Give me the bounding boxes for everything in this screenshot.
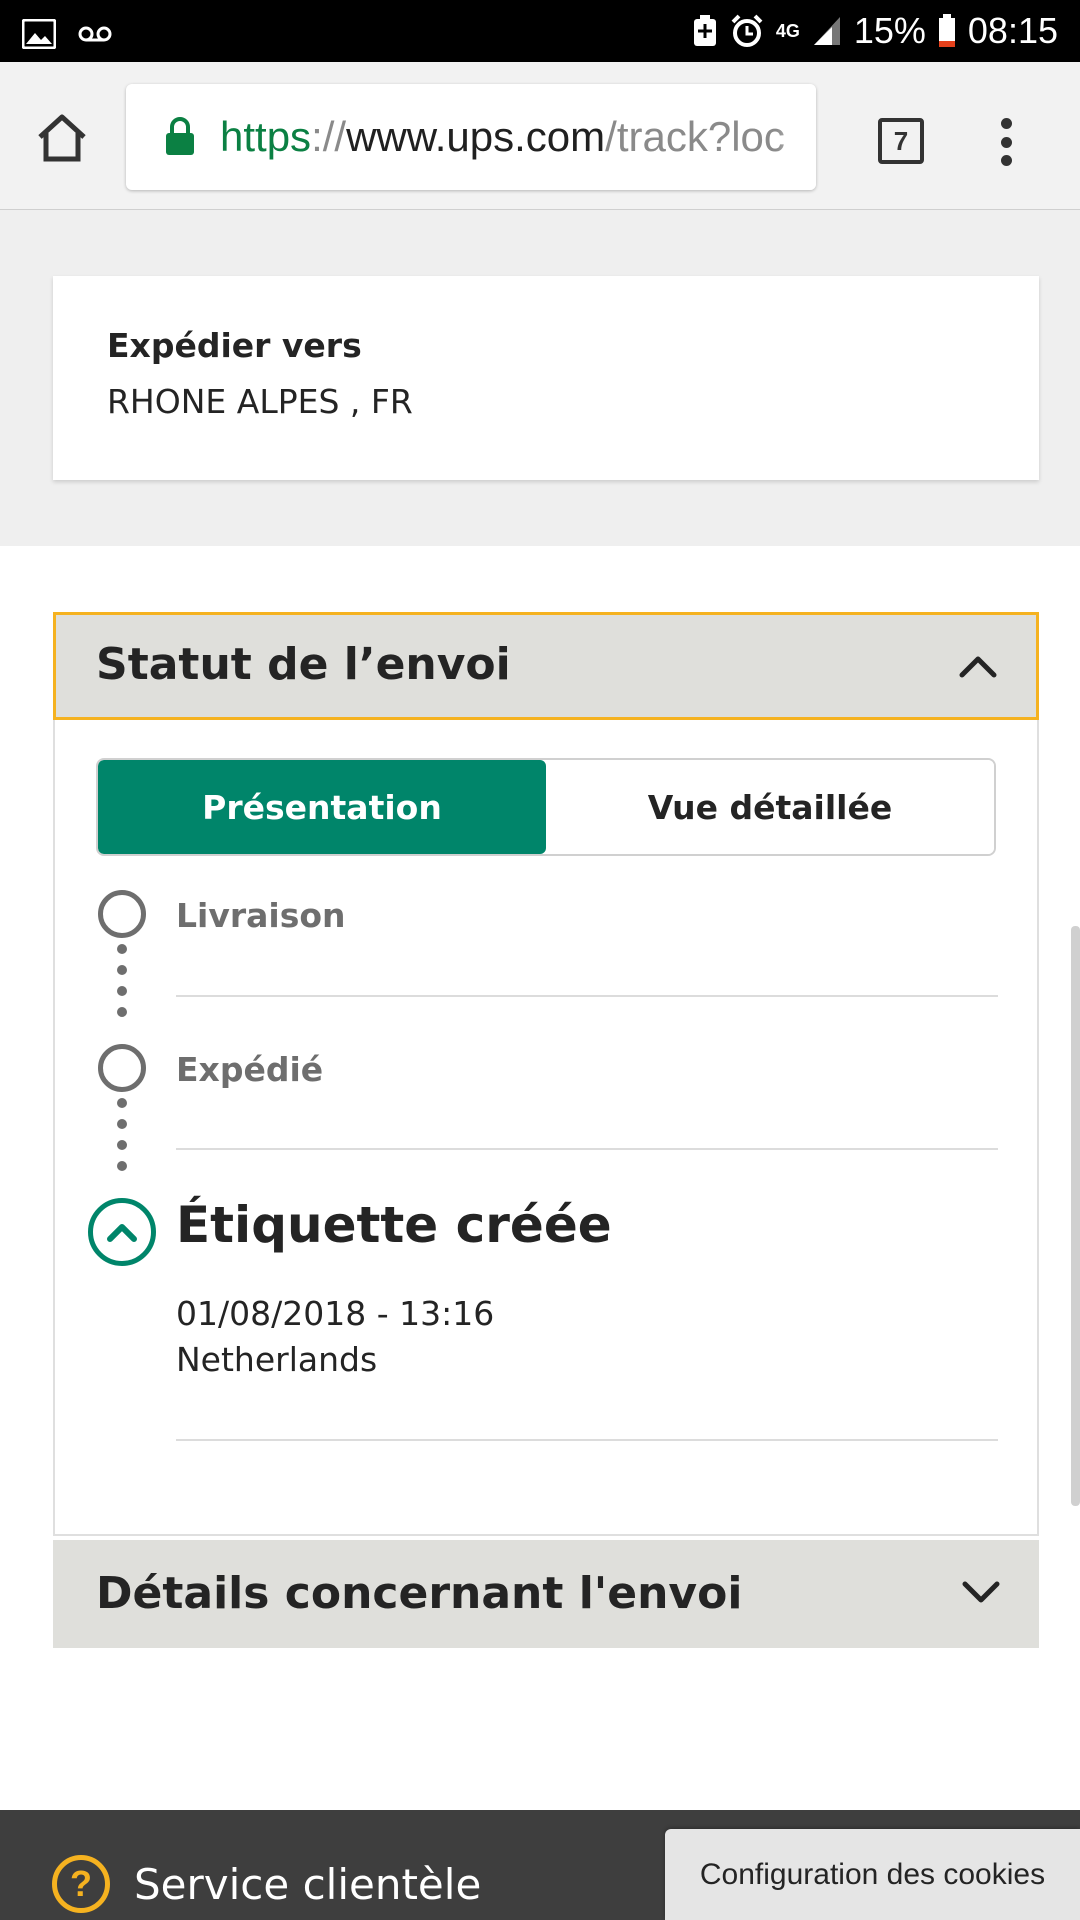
overflow-menu-icon[interactable] [986, 112, 1026, 172]
shipment-details-header[interactable]: Détails concernant l'envoi [53, 1540, 1039, 1648]
shipment-status-title: Statut de l’envoi [96, 639, 511, 690]
ship-to-value: RHONE ALPES , FR [107, 382, 413, 421]
view-toggle: Présentation Vue détaillée [96, 758, 996, 856]
shipment-details-title: Détails concernant l'envoi [96, 1568, 743, 1619]
clock: 08:15 [967, 10, 1058, 51]
tab-presentation[interactable]: Présentation [98, 760, 546, 854]
milestone-delivery-label: Livraison [176, 896, 346, 935]
divider [176, 995, 998, 997]
tab-switcher-button[interactable]: 7 [878, 118, 924, 164]
milestone-current-title: Étiquette créée [176, 1196, 612, 1254]
timeline-connector [117, 944, 127, 1028]
milestone-shipped-icon [98, 1044, 146, 1092]
chevron-up-icon [959, 656, 997, 678]
tab-detailed-view[interactable]: Vue détaillée [546, 760, 994, 854]
divider [176, 1439, 998, 1441]
milestone-shipped-label: Expédié [176, 1050, 324, 1089]
help-icon: ? [52, 1855, 110, 1913]
milestone-current-location: Netherlands [176, 1340, 378, 1379]
url-text[interactable]: https://www.ups.com/track?loc [220, 108, 785, 166]
cookie-settings-button[interactable]: Configuration des cookies [665, 1829, 1080, 1920]
address-bar[interactable]: https://www.ups.com/track?loc [126, 84, 816, 190]
milestone-current-icon [88, 1198, 156, 1266]
signal-icon [812, 11, 842, 51]
customer-service-link[interactable]: Service clientèle [134, 1860, 481, 1909]
chevron-up-icon [107, 1224, 137, 1242]
battery-saver-icon [692, 11, 718, 51]
divider [176, 1148, 998, 1150]
browser-toolbar: https://www.ups.com/track?loc 7 [0, 62, 1080, 210]
alarm-icon [730, 11, 764, 51]
status-bar: 4G 15% 08:15 [0, 0, 1080, 62]
milestone-delivery-icon [98, 890, 146, 938]
battery-percent: 15% [853, 10, 926, 51]
image-notification-icon [22, 14, 56, 54]
shipment-status-header[interactable]: Statut de l’envoi [53, 612, 1039, 720]
chevron-down-icon [962, 1581, 1000, 1603]
battery-icon [938, 11, 956, 51]
scrollbar-thumb[interactable] [1071, 926, 1080, 1506]
milestone-current-datetime: 01/08/2018 - 13:16 [176, 1294, 495, 1333]
lock-icon [166, 117, 194, 155]
timeline-connector [117, 1098, 127, 1182]
voicemail-icon [78, 14, 112, 54]
ship-to-card: Expédier vers RHONE ALPES , FR [53, 276, 1039, 480]
home-icon[interactable] [34, 110, 90, 166]
ship-to-label: Expédier vers [107, 326, 362, 365]
network-4g-icon: 4G [775, 21, 800, 41]
